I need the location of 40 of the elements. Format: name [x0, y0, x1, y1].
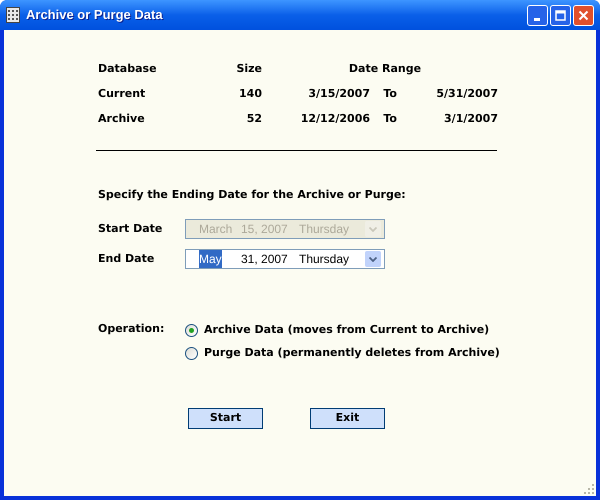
caret-icon [369, 226, 377, 232]
radio-label[interactable]: Archive Data (moves from Current to Archive) [204, 322, 490, 338]
minimize-icon [534, 18, 540, 20]
table-cell-text: 3/15/2007 [307, 86, 370, 102]
minimize-button[interactable] [527, 4, 548, 26]
day-year-segment[interactable]: 31, 2007 [241, 250, 299, 268]
instruction-text: Specify the Ending Date for the Archive or Purge: [98, 188, 407, 202]
radio-label[interactable]: Purge Data (permanently deletes from Archive) [204, 344, 500, 362]
weekday-text: Thursday [299, 251, 350, 268]
table-cell-text: To [382, 86, 398, 102]
operation-label: Operation: [98, 321, 166, 337]
dialog-button[interactable]: Start [188, 408, 263, 429]
close-button[interactable] [573, 4, 594, 26]
maximize-button[interactable] [550, 4, 571, 26]
window-title: Archive or Purge Data [26, 6, 163, 24]
month-segment[interactable]: May [199, 250, 222, 268]
table-cell-text: 5/31/2007 [435, 86, 498, 102]
table-cell-text: To [382, 111, 398, 128]
radio-button[interactable] [185, 324, 198, 336]
resize-grip-icon[interactable] [584, 484, 595, 495]
table-cell-text: 140 [238, 86, 262, 102]
column-header: Database [98, 61, 158, 78]
caret-icon [369, 256, 377, 262]
field-label: Start Date [98, 220, 164, 237]
weekday-text: Thursday [299, 221, 350, 238]
field-label: End Date [98, 250, 156, 267]
maximize-icon [555, 10, 566, 20]
column-header: Size [235, 61, 262, 78]
column-header: Date Range [348, 61, 422, 78]
date-picker[interactable]: May 31, 2007 Thursday [185, 249, 385, 269]
table-cell-text: 52 [246, 111, 262, 128]
close-icon [578, 10, 589, 20]
table-cell-text: 12/12/2006 [300, 111, 370, 128]
radio-button[interactable] [185, 346, 198, 360]
app-icon [6, 7, 20, 23]
table-cell-text: Current [98, 86, 146, 102]
dropdown-button[interactable] [365, 251, 381, 267]
table-cell-text: Archive [98, 111, 146, 128]
table-cell-text: 3/1/2007 [443, 111, 498, 128]
dialog-button[interactable]: Exit [310, 408, 385, 429]
